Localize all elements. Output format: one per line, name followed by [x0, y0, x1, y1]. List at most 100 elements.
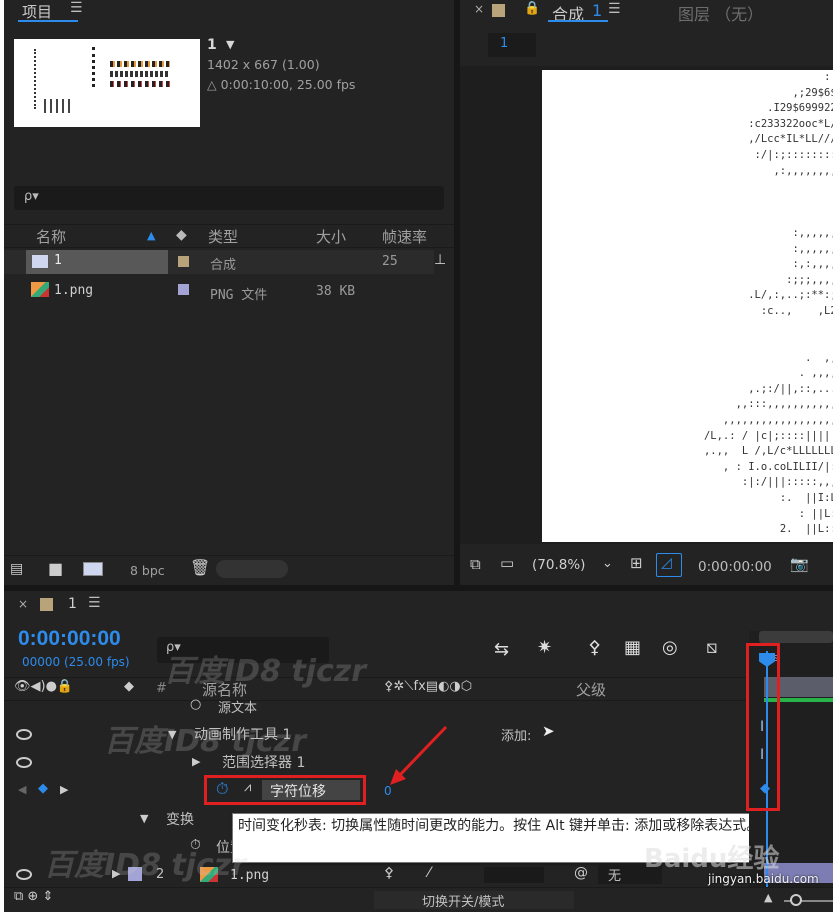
col-name[interactable]: 名称	[36, 226, 66, 247]
zoom-dropdown[interactable]: (70.8%)	[532, 557, 585, 573]
motion-blur-icon[interactable]: ◎	[662, 637, 678, 658]
tooltip-text: 时间变化秒表: 切换属性随时间更改的能力。按住 Alt 键并单击: 添加或移除表…	[238, 818, 761, 834]
panel-menu-icon-timeline[interactable]: ☰	[88, 595, 101, 611]
search-icon: ρ▾	[24, 189, 39, 204]
draft-3d-icon[interactable]: ✷	[537, 637, 552, 658]
bpc-label[interactable]: 8 bpc	[130, 563, 165, 578]
comp-footer	[460, 549, 833, 585]
ascii-line: .L/,:,..;:**:;:,,.	[748, 289, 833, 302]
close-tab-icon[interactable]: ×	[474, 2, 484, 16]
label-column-icon[interactable]: ◆	[124, 679, 134, 694]
camera-icon[interactable]: 📷	[790, 555, 809, 573]
work-area-bar[interactable]	[759, 631, 833, 643]
col-type[interactable]: 类型	[208, 226, 238, 247]
project-panel-title[interactable]: 项目	[22, 1, 52, 22]
layer-tab[interactable]: 图层 （无）	[678, 1, 763, 25]
grid-icon[interactable]: ⊞	[630, 554, 643, 572]
sort-asc-icon[interactable]: ▲	[147, 229, 155, 242]
ascii-line: . ,,,,,,,,	[798, 367, 833, 380]
comp-flowchart-icon[interactable]: ⇆	[494, 639, 509, 660]
panel-menu-icon[interactable]: ☰	[70, 0, 83, 16]
zoom-chevron-icon[interactable]: ⌄	[602, 556, 613, 571]
eye-toggle-animator[interactable]	[16, 729, 32, 740]
project-search-input[interactable]	[14, 186, 444, 210]
close-timeline-icon[interactable]: ×	[18, 597, 28, 611]
watermark-baidu-id-1: 百度ID8 tjczr	[164, 654, 367, 689]
interpret-footage-icon[interactable]: ▤	[10, 561, 23, 577]
footer-slider[interactable]	[216, 560, 288, 578]
ascii-line: , : I.o.coLILII/|:::::	[722, 460, 833, 473]
layer-transform[interactable]: 变换	[166, 809, 194, 829]
frame-blending-icon[interactable]: ▦	[624, 637, 641, 658]
comp-breadcrumb-label: 1	[500, 36, 509, 51]
shy-layers-icon[interactable]: ⚴	[588, 637, 601, 658]
switch-cells[interactable]	[484, 867, 544, 883]
project-row-png-name[interactable]: 1.png	[54, 283, 93, 298]
lock-icon[interactable]: 🔒	[524, 1, 540, 16]
ascii-line: :,,.	[562, 179, 833, 195]
quality-switch-icon[interactable]: ⁄	[428, 865, 430, 881]
add-keyframe-icon[interactable]: ◆	[38, 781, 48, 796]
eye-toggle-range[interactable]	[16, 757, 32, 768]
next-keyframe-icon[interactable]: ▶	[60, 783, 68, 796]
monitor-icon[interactable]: ▭	[500, 554, 514, 572]
shy-switch-icon[interactable]: ⚴	[384, 865, 394, 881]
label-color-swatch-png[interactable]	[178, 284, 189, 295]
graph-editor-icon[interactable]: ⧅	[706, 637, 717, 658]
prev-keyframe-icon[interactable]: ◀	[18, 783, 26, 796]
layer-source-text[interactable]: 源文本	[218, 697, 257, 716]
col-parent[interactable]: 父级	[576, 679, 606, 700]
watermark-baidu-id-3: 百度ID8 tjczr	[44, 848, 247, 883]
ascii-line: /L,.: / |c|;::::||||||//I	[703, 429, 833, 442]
ascii-line: . ,,, .	[805, 351, 833, 364]
composition-panel: × 🔒 合成 1 ☰ 图层 （无） 1 :|ooo6,;29$6$$999.I2…	[460, 0, 833, 585]
comp-timecode[interactable]: 0:00:00:00	[698, 559, 772, 575]
ascii-line: :/|:;:::::::::,,,	[754, 148, 833, 161]
new-folder-icon[interactable]: ■	[48, 559, 63, 578]
col-fps[interactable]: 帧速率	[382, 226, 427, 247]
timeline-timecode[interactable]: 0:00:00:00	[18, 627, 121, 651]
expand-transform-icon[interactable]: ▼	[140, 812, 148, 825]
comp-icon	[31, 254, 49, 269]
zoom-out-icon[interactable]: ▲	[764, 891, 772, 904]
comp-name: 1	[207, 37, 217, 53]
panel-underline	[18, 20, 78, 22]
ascii-line: :. ||I:L....	[779, 492, 833, 505]
ascii-line: ,,:::,,,,,,,,,,,,,,,	[735, 398, 833, 411]
layer-columns-header	[4, 677, 749, 701]
col-size[interactable]: 大小	[316, 226, 346, 247]
zoom-slider-handle[interactable]	[790, 894, 802, 906]
project-panel: 项目 ☰ 1 ▼ 1402 x 667 (1.00) △ 0:00:10:00,…	[4, 0, 454, 585]
ascii-line: :,,,,,,,,,,	[792, 242, 833, 255]
label-tag-icon[interactable]: ◆	[176, 227, 187, 243]
ascii-line: :;;;,,,,,,,,	[786, 273, 833, 286]
comp-breadcrumb[interactable]	[488, 33, 536, 57]
timeline-tab-label[interactable]: 1	[68, 596, 77, 612]
stopwatch-icon[interactable]: ⏱	[216, 779, 228, 799]
footer-icons[interactable]: ⧉ ⊕ ⇕	[14, 889, 53, 904]
snapshot-toggle-icon[interactable]: ⧉	[470, 555, 481, 573]
ascii-line: :,,.	[562, 210, 833, 226]
watermark-url: jingyan.baidu.com	[708, 872, 819, 886]
toggle-switches-label[interactable]: 切换开关/模式	[422, 891, 504, 910]
comp-canvas[interactable]: :|ooo6 ,;29$6$$999 .I29$6999222o2o:c233322…	[542, 70, 833, 542]
ascii-line: :,,.	[562, 195, 833, 211]
ascii-line: ,.;:/||,::,.......	[748, 382, 833, 395]
flowchart-icon[interactable]: ⊥	[434, 252, 446, 268]
pickwhip-icon[interactable]: @	[574, 865, 588, 881]
comp-tab-underline	[548, 20, 608, 22]
add-animator-icon[interactable]: ➤	[542, 722, 555, 740]
switches-icons: ⚴✲⟍fx▤◐◑⬡	[384, 679, 473, 694]
trash-icon[interactable]: 🗑	[190, 558, 210, 577]
graph-toggle-icon[interactable]: ⩘	[244, 780, 251, 795]
eye-toggle-png[interactable]	[16, 869, 32, 880]
ae-window: 项目 ☰ 1 ▼ 1402 x 667 (1.00) △ 0:00:10:00,…	[4, 0, 833, 912]
ascii-line: ,/Lcc*IL*LL///||||	[748, 133, 833, 146]
label-color-swatch[interactable]	[178, 256, 189, 267]
new-comp-icon[interactable]	[83, 562, 103, 576]
panel-menu-icon-comp[interactable]: ☰	[608, 1, 621, 17]
project-row-comp-name: 1	[54, 253, 62, 268]
comp-dropdown-icon[interactable]: ▼	[226, 38, 234, 51]
stopwatch-icon-source-text[interactable]: ○	[190, 697, 201, 712]
parent-value: 无	[608, 869, 622, 884]
